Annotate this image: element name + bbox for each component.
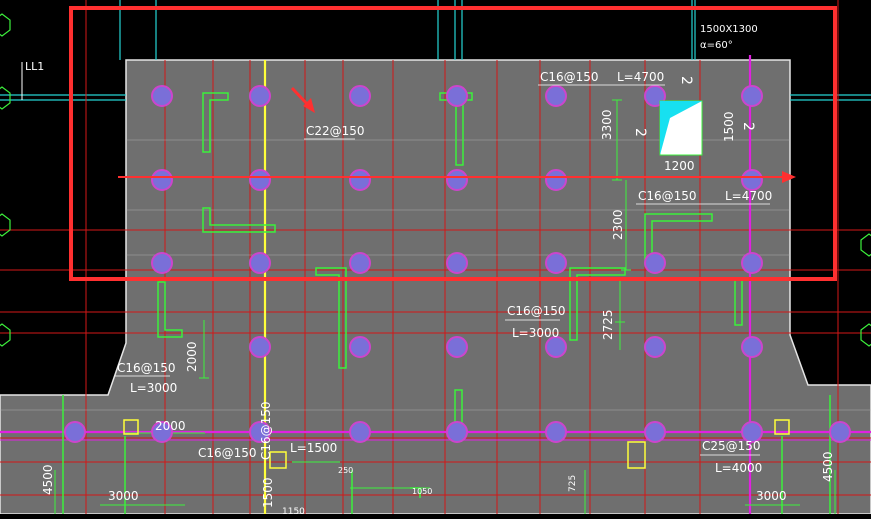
rebar-c16-vertical-label: C16@150 [259, 401, 273, 460]
dim-1500-bottom-label: 1500 [261, 477, 275, 508]
mark-2-right: 2 [740, 122, 756, 131]
length-3000-left-label: L=3000 [130, 381, 177, 395]
length-4700-mid-label: L=4700 [725, 189, 772, 203]
rebar-c16-top-label: C16@150 [540, 70, 599, 84]
rebar-c22-label: C22@150 [306, 124, 365, 138]
dim-1500-label: 1500 [722, 111, 736, 142]
rebar-c16-mid-label: C16@150 [638, 189, 697, 203]
length-3000-center-label: L=3000 [512, 326, 559, 340]
dim-725-label: 725 [568, 475, 578, 492]
dim-2000-vertical-label: 2000 [185, 341, 199, 372]
length-4700-top-label: L=4700 [617, 70, 664, 84]
opening-symbol [659, 100, 703, 156]
ll1-label: LL1 [25, 60, 44, 73]
dim-4500-left-label: 4500 [41, 464, 55, 495]
length-4000-label: L=4000 [715, 461, 762, 475]
dim-3000-right-label: 3000 [756, 489, 787, 503]
opening-angle-label: α=60° [700, 40, 733, 51]
rebar-c16-left-label: C16@150 [117, 361, 176, 375]
rebar-c16-bottom-label: C16@150 [198, 446, 257, 460]
dim-4500-right-label: 4500 [821, 451, 835, 482]
opening-size-label: 1500X1300 [700, 24, 758, 35]
mark-2-left: 2 [632, 128, 648, 137]
rebar-c25-label: C25@150 [702, 439, 761, 453]
dim-2000-horizontal-label: 2000 [155, 419, 186, 433]
cad-canvas[interactable]: LL1 1500X1300 α=60° C22@150 C16@150 L=47… [0, 0, 871, 517]
mark-2-top: 2 [678, 76, 694, 85]
dim-1200-label: 1200 [664, 159, 695, 173]
dim-3300-label: 3300 [600, 109, 614, 140]
length-1500-label: L=1500 [290, 441, 337, 455]
dim-2725-label: 2725 [601, 309, 615, 340]
dim-2300-label: 2300 [611, 209, 625, 240]
dim-3000-left-label: 3000 [108, 489, 139, 503]
dim-1150-label: 1150 [282, 507, 305, 514]
dim-250-label: 250 [338, 466, 353, 475]
dim-1050-label: 1050 [412, 487, 432, 496]
rebar-c16-center-label: C16@150 [507, 304, 566, 318]
